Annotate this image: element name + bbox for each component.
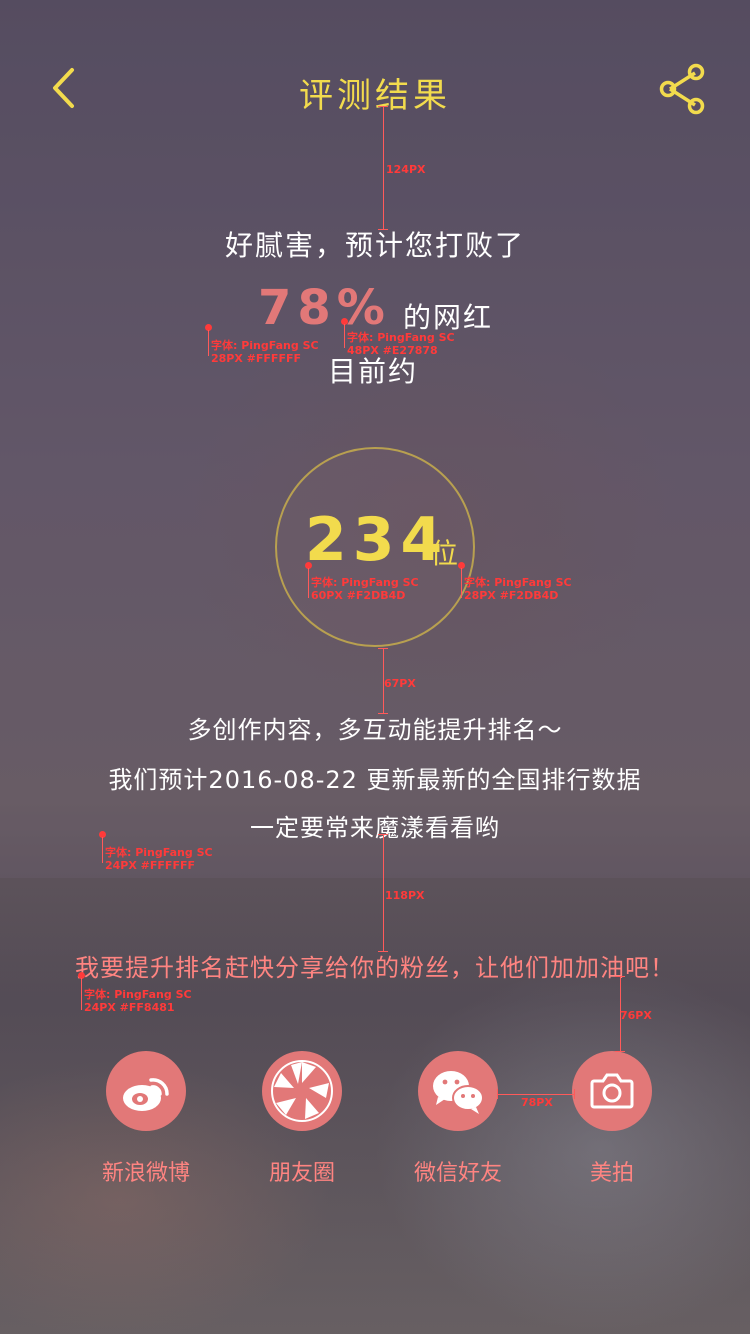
share-call-to-action: 我要提升排名赶快分享给你的粉丝，让他们加加油吧！ xyxy=(75,954,675,982)
annotation-leader xyxy=(344,324,345,348)
percent-suffix: 的网红 xyxy=(403,301,494,334)
annotation-font-60-yellow-spec: 60PX #F2DB4D xyxy=(311,589,406,602)
guide-tick xyxy=(497,1089,498,1099)
page-title: 评测结果 xyxy=(299,76,451,116)
share-weibo-label: 新浪微博 xyxy=(101,1161,190,1186)
tip-line-3: 一定要常来魔漾看看哟 xyxy=(250,814,500,842)
spacing-guide-124 xyxy=(383,106,384,230)
share-meipai-button[interactable]: 美拍 xyxy=(542,1048,682,1187)
top-overlay xyxy=(0,0,750,878)
annotation-font-28-yellow-spec: 28PX #F2DB4D xyxy=(464,589,559,602)
guide-tick xyxy=(378,648,388,649)
annotation-font-24-white-spec: 24PX #FFFFFF xyxy=(105,859,195,872)
annotation-font-24-pink-name: 字体: PingFang SC xyxy=(84,988,192,1001)
annotation-font-24-white-name: 字体: PingFang SC xyxy=(105,846,213,859)
share-weibo-button[interactable]: 新浪微博 xyxy=(76,1048,216,1187)
share-options: 新浪微博 朋友圈 微信好友 美拍 xyxy=(0,1048,750,1188)
spacing-guide-78 xyxy=(497,1094,575,1095)
camera-icon xyxy=(572,1051,652,1131)
annotation-leader xyxy=(461,568,462,598)
weibo-icon xyxy=(106,1051,186,1131)
tip-line-2: 我们预计2016-08-22 更新最新的全国排行数据 xyxy=(108,766,642,794)
spacing-guide-118 xyxy=(383,834,384,952)
annotation-font-60-yellow-name: 字体: PingFang SC xyxy=(311,576,419,589)
share-moments-button[interactable]: 朋友圈 xyxy=(232,1048,372,1187)
spacing-label-124: 124PX xyxy=(386,163,426,176)
guide-tick xyxy=(574,1089,575,1099)
annotation-font-28-white-name: 字体: PingFang SC xyxy=(211,339,319,352)
annotation-font-48-red-name: 字体: PingFang SC xyxy=(347,331,455,344)
share-icon xyxy=(659,63,705,115)
annotation-font-28-white-spec: 28PX #FFFFFF xyxy=(211,352,301,365)
rank-unit: 位 xyxy=(430,537,459,570)
guide-tick xyxy=(615,1051,625,1052)
result-intro-text: 好腻害，预计您打败了 xyxy=(224,229,525,262)
annotation-leader xyxy=(102,837,103,863)
spacing-label-78: 78PX xyxy=(521,1096,553,1109)
rank-number: 234 xyxy=(305,505,449,575)
guide-tick xyxy=(378,106,388,107)
guide-tick xyxy=(378,951,388,952)
guide-tick xyxy=(378,713,388,714)
annotation-font-48-red-spec: 48PX #E27878 xyxy=(347,344,438,357)
spacing-label-118: 118PX xyxy=(385,889,425,902)
annotation-leader xyxy=(208,330,209,356)
spacing-label-67: 67PX xyxy=(384,677,416,690)
annotation-leader xyxy=(308,568,309,598)
moments-icon xyxy=(262,1051,342,1131)
guide-tick xyxy=(378,229,388,230)
guide-tick xyxy=(378,834,388,835)
spacing-label-76: 76PX xyxy=(620,1009,652,1022)
annotation-leader xyxy=(81,978,82,1010)
share-meipai-label: 美拍 xyxy=(589,1161,634,1186)
share-moments-label: 朋友圈 xyxy=(268,1161,335,1186)
share-wechat-label: 微信好友 xyxy=(413,1161,502,1186)
wechat-icon xyxy=(418,1051,498,1131)
share-button[interactable] xyxy=(658,62,708,116)
share-wechat-button[interactable]: 微信好友 xyxy=(388,1048,528,1187)
percent-value: 78% xyxy=(258,280,391,336)
annotation-font-28-yellow-name: 字体: PingFang SC xyxy=(464,576,572,589)
annotation-font-24-pink-spec: 24PX #FF8481 xyxy=(84,1001,175,1014)
tip-line-1: 多创作内容，多互动能提升排名～ xyxy=(187,716,563,744)
guide-tick xyxy=(615,976,625,977)
